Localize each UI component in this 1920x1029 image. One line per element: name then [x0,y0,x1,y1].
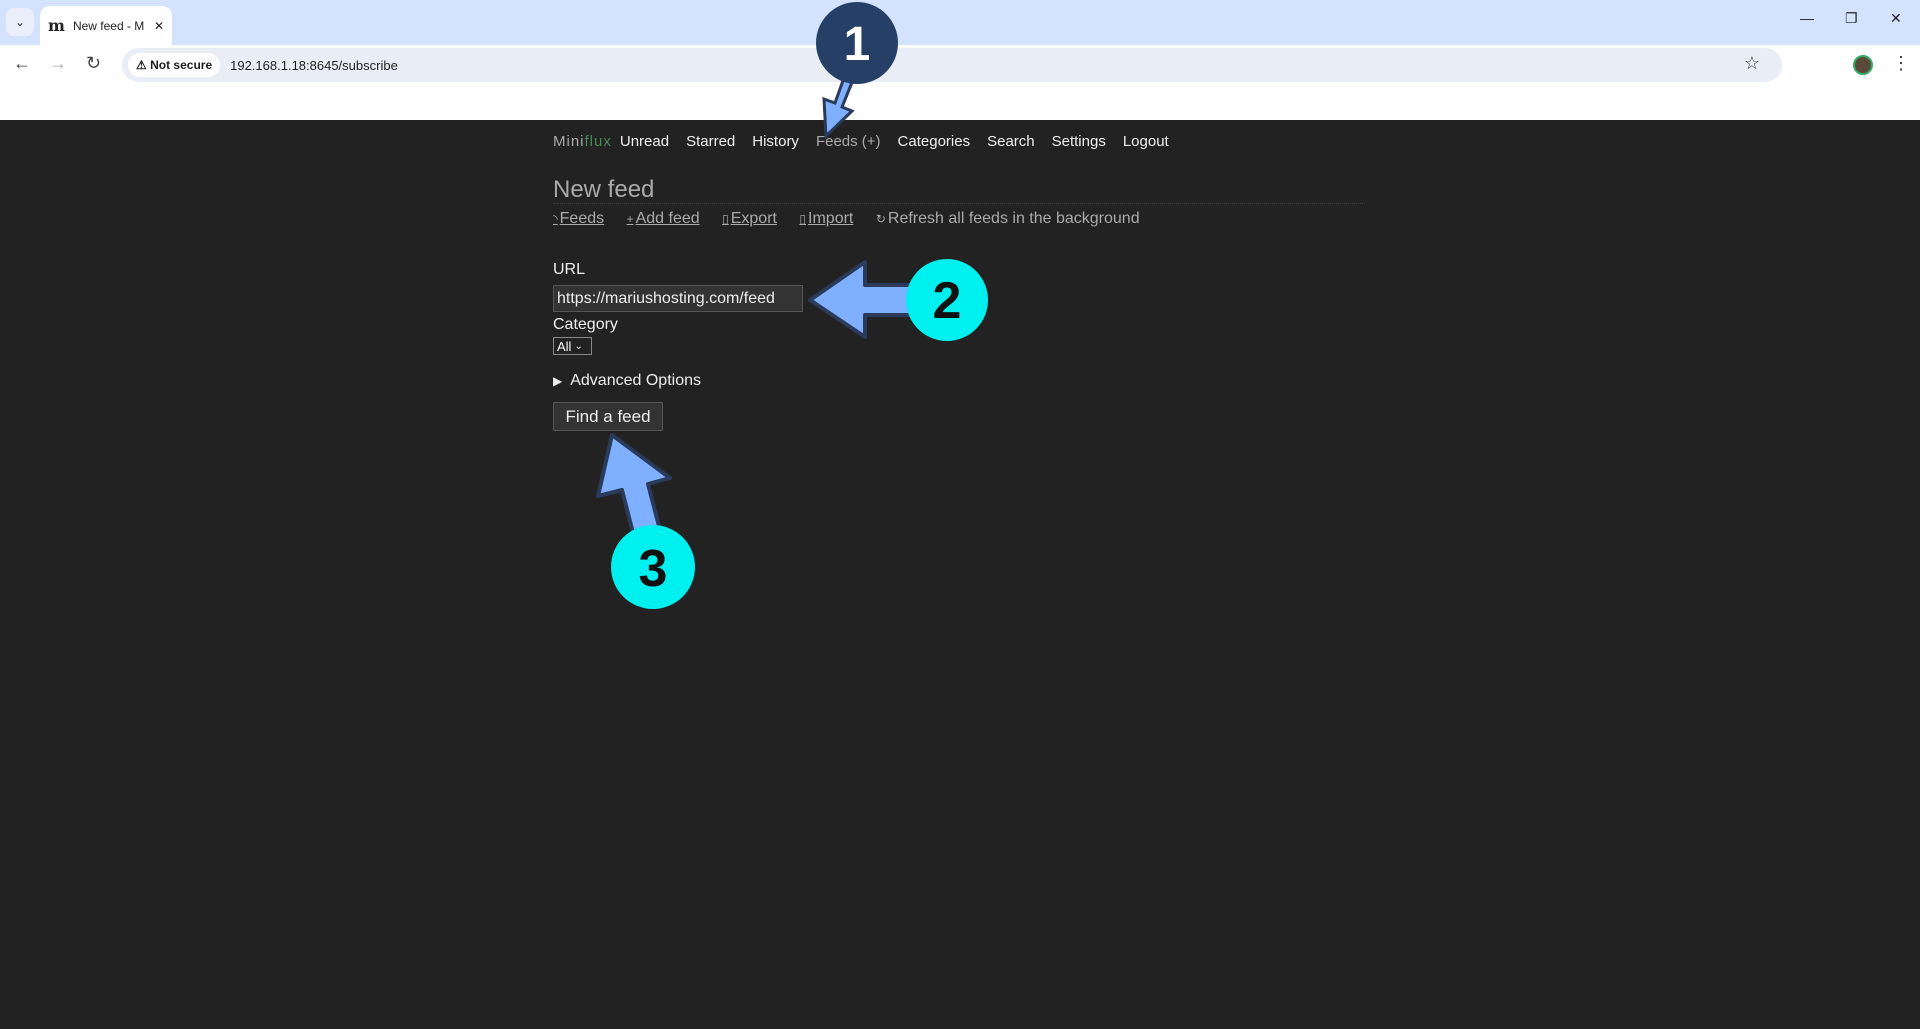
arrow-2 [808,260,922,339]
arrow-3 [596,433,672,539]
annotation-layer: 1 2 3 [596,2,988,609]
step-number-3: 3 [639,540,668,598]
step-number-2: 2 [933,272,962,330]
arrow-1 [822,72,855,140]
step-number-1: 1 [844,18,871,71]
